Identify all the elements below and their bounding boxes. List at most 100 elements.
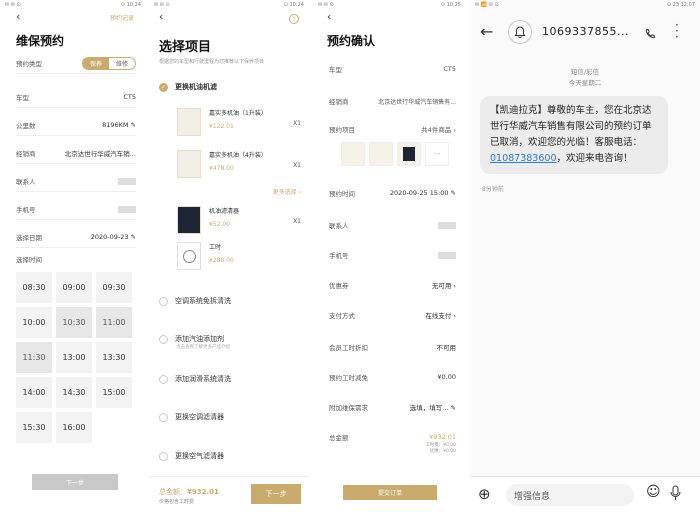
info-row: 车型 CT5 — [16, 90, 136, 104]
time-slot[interactable]: 09:00 — [56, 272, 92, 303]
page-subtitle: 根据您的车型和行驶里程为您推荐以下保养项目 — [159, 59, 265, 65]
mic-icon[interactable] — [670, 485, 681, 505]
time-slot[interactable]: 10:00 — [16, 307, 52, 338]
time-slot[interactable]: 09:30 — [96, 272, 132, 303]
time-slot — [96, 412, 132, 443]
divider — [16, 73, 136, 74]
time-slot[interactable]: 15:30 — [16, 412, 52, 443]
help-icon[interactable]: ? — [289, 14, 299, 24]
product-qty: X1 — [293, 162, 301, 169]
service-option[interactable]: 空调系统免拆清洗 — [159, 296, 304, 306]
confirm-row[interactable]: 会员工时折扣 不可用 — [329, 342, 456, 352]
row-value: CT5 — [123, 93, 136, 101]
row-label: 联系人 — [16, 178, 36, 186]
product-price: ¥122.01 — [209, 123, 234, 130]
time-slot[interactable]: 13:00 — [56, 342, 92, 373]
phone-link[interactable]: 01087383600 — [490, 153, 557, 164]
back-arrow-icon[interactable]: ← — [480, 22, 493, 41]
back-icon[interactable]: ‹ — [159, 10, 163, 23]
time-slot[interactable]: 11:30 — [16, 342, 52, 373]
info-row[interactable]: 公里数 8196KM ✎ — [16, 118, 136, 132]
option-note: 点击查看了解更多产品介绍 — [176, 345, 230, 350]
info-row: 手机号 — [16, 202, 136, 216]
seg-maintenance[interactable]: 保养 — [82, 57, 109, 69]
seg-repair[interactable]: 维修 — [109, 58, 135, 69]
product-item[interactable]: 嘉实多机油（1升装） ¥122.01 X1 — [177, 108, 301, 142]
status-left: ✉ ✉ ⊙ — [318, 2, 334, 8]
phone-icon[interactable] — [644, 25, 656, 44]
confirm-row[interactable]: 附加维保需求 选填，填写... ✎ — [329, 402, 456, 412]
emoji-icon[interactable]: ☺ — [646, 484, 661, 500]
radio-icon — [159, 334, 168, 344]
product-item[interactable]: 工时 ¥280.00 — [177, 242, 301, 276]
panel-sms: ✉ 📶 ✉ ⊙ ⊙ 23 12:07 ← 1069337855... · · · 短信… — [470, 0, 700, 512]
total-note: 价格包含工时费 — [159, 499, 195, 505]
add-icon[interactable]: ⊕ — [478, 485, 491, 503]
radio-icon — [159, 451, 168, 461]
more-choices-link[interactable]: 更多选择 › — [273, 187, 301, 196]
more-options-icon[interactable]: · · · — [675, 19, 679, 43]
confirm-row: 手机号 — [329, 250, 456, 260]
confirm-row[interactable]: 优惠券 无可用 › — [329, 280, 456, 290]
service-option[interactable]: 更换空气滤清器 — [159, 451, 304, 461]
back-icon[interactable]: ‹ — [16, 10, 20, 23]
row-value: 北京达世行华威汽车销... — [64, 150, 136, 158]
product-price: ¥478.00 — [209, 165, 234, 172]
service-option[interactable]: 更换空调滤清器 — [159, 412, 304, 422]
panel-maintenance-booking: ✉ ✉ ⊙ ⊙ 10:24 ‹ 预约记录 维保预约 预约类型 保养 维修 车型 CT5… — [0, 0, 146, 512]
row-label: 手机号 — [329, 252, 349, 260]
service-option[interactable]: 添加汽油添加剂 — [159, 334, 304, 344]
time-slot[interactable]: 15:00 — [96, 377, 132, 408]
confirm-row[interactable]: 预约时间 2020-09-25 15:00 ✎ — [329, 188, 456, 198]
submit-order-button[interactable]: 提交订单 — [343, 485, 437, 500]
service-option[interactable]: 添加润滑系统清洗 — [159, 374, 304, 384]
items-row[interactable]: 预约项目 共4件商品 › — [329, 124, 456, 134]
item-thumbnails[interactable]: ··· — [341, 142, 453, 166]
option-label: 更换空气滤清器 — [175, 452, 224, 460]
confirm-row[interactable]: 预约工时减免 ¥0.00 — [329, 372, 456, 382]
dealer-row: 经销商 北京达世行华威汽车销售有... — [329, 96, 456, 106]
time-slot[interactable]: 08:30 — [16, 272, 52, 303]
row-label: 附加维保需求 — [329, 404, 368, 412]
status-right: ⊙ 10:24 — [120, 2, 141, 8]
status-left: ✉ 📶 ✉ ⊙ — [475, 2, 499, 8]
row-label: 支付方式 — [329, 312, 355, 320]
row-label: 预约工时减免 — [329, 374, 368, 382]
radio-icon — [159, 374, 168, 384]
info-row[interactable]: 选择日期 2020-09-23 ✎ — [16, 230, 136, 244]
time-slot[interactable]: 14:30 — [56, 377, 92, 408]
product-name: 嘉实多机油（4升装） — [209, 152, 267, 159]
time-slot[interactable]: 14:00 — [16, 377, 52, 408]
time-slot[interactable]: 13:30 — [96, 342, 132, 373]
booking-record-link[interactable]: 预约记录 — [110, 13, 134, 22]
message-input[interactable]: 增强信息 — [506, 484, 634, 506]
items-label: 预约项目 — [329, 126, 355, 134]
dealer-value: 北京达世行华威汽车销售有... — [378, 98, 456, 106]
back-icon[interactable]: ‹ — [327, 10, 331, 23]
bell-icon — [508, 20, 532, 44]
time-slot[interactable]: 16:00 — [56, 412, 92, 443]
row-value: 2020-09-25 15:00 ✎ — [389, 189, 456, 197]
next-button[interactable]: 下一步 — [32, 474, 118, 490]
product-qty: X1 — [293, 218, 301, 225]
row-label: 联系人 — [329, 222, 349, 230]
redacted-value — [118, 205, 136, 213]
info-row: 联系人 — [16, 174, 136, 188]
next-button[interactable]: 下一步 — [251, 484, 301, 504]
more-thumb[interactable]: ··· — [425, 142, 449, 166]
confirm-row[interactable]: 支付方式 在线支付 › — [329, 310, 456, 320]
filter-image — [177, 206, 201, 234]
product-name: 工时 — [209, 244, 222, 251]
product-item[interactable]: 嘉实多机油（4升装） ¥478.00 X1 — [177, 150, 301, 184]
items-count: 共4件商品 › — [421, 126, 456, 134]
time-slot[interactable]: 10:30 — [56, 307, 92, 338]
product-item[interactable]: 机油滤清器 ¥52.00 X1 — [177, 206, 301, 240]
main-item-row[interactable]: ✓ 更换机油机滤 — [159, 82, 304, 92]
option-label: 添加润滑系统清洗 — [175, 375, 231, 383]
total-row: 总金额 ¥932.01 — [329, 432, 456, 442]
row-label: 手机号 — [16, 206, 36, 214]
booking-type-segment[interactable]: 保养 维修 — [81, 56, 136, 70]
time-slot[interactable]: 11:00 — [96, 307, 132, 338]
status-bar: ✉ ✉ ⊙ ⊙ 10:25 — [313, 0, 466, 10]
check-icon: ✓ — [159, 82, 168, 92]
